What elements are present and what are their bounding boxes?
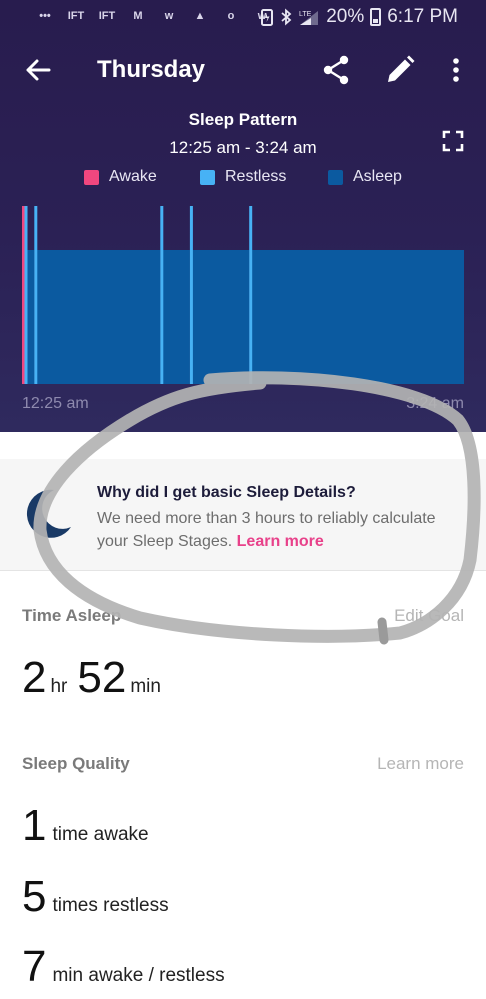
sleep-segment-restless [24, 206, 28, 384]
minutes-value: 52 [77, 653, 127, 702]
system-status: LTE 20% 6:17 PM [260, 6, 458, 28]
edit-button[interactable] [384, 54, 416, 86]
quality-row: 7 min awake / restless [22, 945, 225, 989]
battery-icon [370, 8, 382, 26]
chart-legend: Awake Restless Asleep [0, 168, 486, 188]
notice-learn-more-link[interactable]: Learn more [237, 533, 324, 550]
arrow-back-icon [26, 59, 51, 81]
battery-saver-icon [261, 9, 274, 26]
ifttt-icon: IFT [98, 10, 116, 22]
quality-text: times restless [52, 895, 169, 916]
quality-value: 7 [22, 942, 47, 991]
chart-title: Sleep Pattern [188, 110, 298, 129]
signal-icon: LTE [299, 11, 319, 25]
hours-value: 2 [22, 653, 47, 702]
quality-text: min awake / restless [52, 965, 225, 986]
app-bar: Thursday [0, 40, 486, 100]
fullscreen-button[interactable] [442, 130, 464, 152]
svg-text:LTE: LTE [299, 11, 312, 18]
legend-restless: Restless [200, 168, 286, 186]
share-button[interactable] [320, 54, 352, 86]
quality-text: time awake [52, 824, 149, 845]
legend-label-asleep: Asleep [353, 168, 402, 185]
sleep-segment-restless [249, 206, 253, 384]
sleep-segment-restless [189, 206, 193, 384]
quality-value: 1 [22, 801, 47, 850]
legend-label-restless: Restless [225, 168, 287, 185]
legend-asleep: Asleep [328, 168, 402, 186]
chat-icon: ••• [39, 10, 51, 22]
time-asleep-label: Time Asleep [22, 606, 122, 625]
share-icon [323, 55, 349, 85]
sleep-segment-asleep [192, 250, 250, 384]
status-bar: ••• IFT IFT M w ▲ o w LTE 20% 6:17 PM [0, 0, 486, 34]
sleep-segment-asleep [26, 250, 35, 384]
edit-goal-link[interactable]: Edit Goal [394, 606, 464, 626]
mail-icon: M [133, 10, 143, 22]
battery-percent: 20% [326, 6, 365, 27]
time-asleep-value: 2 hr 52 min [22, 656, 171, 700]
ifttt-icon: IFT [67, 10, 85, 22]
sleep-quality-learn-more[interactable]: Learn more [377, 754, 464, 774]
quality-row: 5 times restless [22, 875, 169, 919]
sleep-segment-asleep [162, 250, 190, 384]
o-icon: o [227, 10, 235, 22]
w-icon: w [164, 10, 174, 22]
quality-value: 5 [22, 872, 47, 921]
minutes-unit: min [130, 676, 161, 697]
legend-swatch-awake [84, 169, 99, 185]
sleep-pattern-chart[interactable] [0, 200, 486, 390]
sleep-segment-restless [34, 206, 38, 384]
more-options-button[interactable] [442, 54, 470, 86]
sleep-header: ••• IFT IFT M w ▲ o w LTE 20% 6:17 PM Th… [0, 0, 486, 432]
moon-icon [26, 489, 71, 538]
notice-title: Why did I get basic Sleep Details? [97, 484, 356, 501]
legend-label-awake: Awake [109, 168, 157, 185]
notice-body: We need more than 3 hours to reliably ca… [97, 507, 457, 553]
chart-time-range: 12:25 am - 3:24 am [169, 138, 317, 157]
axis-start-label: 12:25 am [22, 395, 89, 412]
sleep-segment-restless [160, 206, 164, 384]
quality-row: 1 time awake [22, 804, 149, 848]
sleep-segment-asleep [36, 250, 161, 384]
drive-icon: ▲ [194, 10, 206, 22]
more-vert-icon [453, 58, 459, 82]
sleep-segment-asleep [251, 250, 464, 384]
legend-swatch-asleep [328, 169, 343, 185]
page-title: Thursday [97, 56, 206, 83]
notification-icons: ••• IFT IFT M w ▲ o w [34, 7, 273, 25]
sleep-quality-label: Sleep Quality [22, 754, 130, 773]
fullscreen-icon [442, 130, 464, 152]
bluetooth-icon [281, 8, 292, 26]
back-button[interactable] [22, 54, 54, 86]
pencil-icon [388, 55, 415, 82]
status-time: 6:17 PM [387, 6, 458, 27]
hours-unit: hr [50, 676, 68, 697]
legend-swatch-restless [200, 169, 215, 185]
axis-end-label: 3:24 am [406, 395, 464, 412]
legend-awake: Awake [84, 168, 157, 186]
